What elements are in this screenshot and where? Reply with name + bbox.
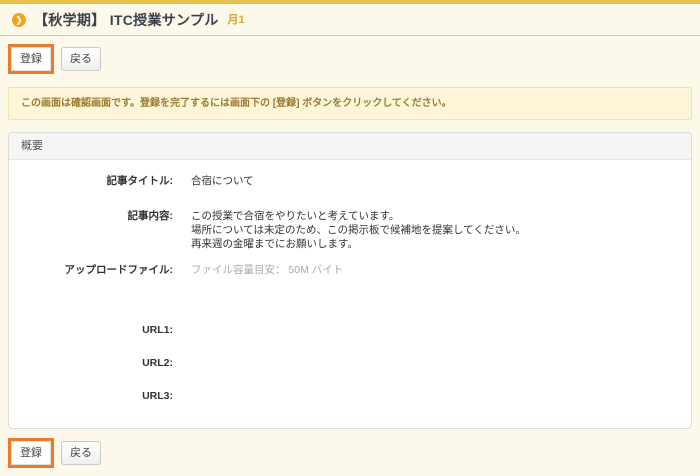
page-title: 【秋学期】 ITC授業サンプル (34, 12, 219, 28)
page-header: ❯ 【秋学期】 ITC授業サンプル 月1 (0, 4, 700, 36)
field-row-url3: URL3: (25, 389, 675, 403)
url3-label: URL3: (25, 389, 173, 403)
register-button-bottom-highlight: 登録 (8, 438, 54, 468)
register-button[interactable]: 登録 (11, 47, 51, 71)
confirmation-notice: この画面は確認画面です。登録を完了するには画面下の [登録] ボタンをクリックし… (8, 87, 692, 120)
url2-label: URL2: (25, 356, 173, 370)
summary-panel-body: 記事タイトル: 合宿について 記事内容: この授業で合宿をやりたいと考えています… (9, 160, 691, 428)
article-title-label: 記事タイトル: (25, 174, 173, 188)
article-body-label: 記事内容: (25, 209, 173, 251)
field-row-url2: URL2: (25, 356, 675, 370)
register-button-highlight: 登録 (8, 44, 54, 74)
register-button-bottom[interactable]: 登録 (11, 441, 51, 465)
article-title-value: 合宿について (191, 174, 254, 188)
upload-file-label: アップロードファイル: (25, 263, 173, 277)
back-button-bottom[interactable]: 戻る (61, 441, 101, 465)
back-button[interactable]: 戻る (61, 47, 101, 71)
top-toolbar: 登録 戻る (8, 44, 692, 74)
article-body-value: この授業で合宿をやりたいと考えています。 場所については未定のため、この掲示板で… (191, 209, 526, 251)
course-period-badge: 月1 (228, 12, 245, 28)
summary-panel: 概要 記事タイトル: 合宿について 記事内容: この授業で合宿をやりたいと考えて… (8, 132, 692, 429)
field-row-upload-file: アップロードファイル: ファイル容量目安： 50M バイト (25, 263, 675, 277)
field-row-article-title: 記事タイトル: 合宿について (25, 174, 675, 188)
summary-panel-header: 概要 (9, 133, 691, 160)
bottom-toolbar: 登録 戻る (8, 438, 692, 468)
field-row-url1: URL1: (25, 323, 675, 337)
url1-label: URL1: (25, 323, 173, 337)
chevron-right-icon: ❯ (12, 13, 26, 27)
upload-file-note: ファイル容量目安： 50M バイト (191, 263, 343, 277)
field-row-article-body: 記事内容: この授業で合宿をやりたいと考えています。 場所については未定のため、… (25, 209, 675, 251)
